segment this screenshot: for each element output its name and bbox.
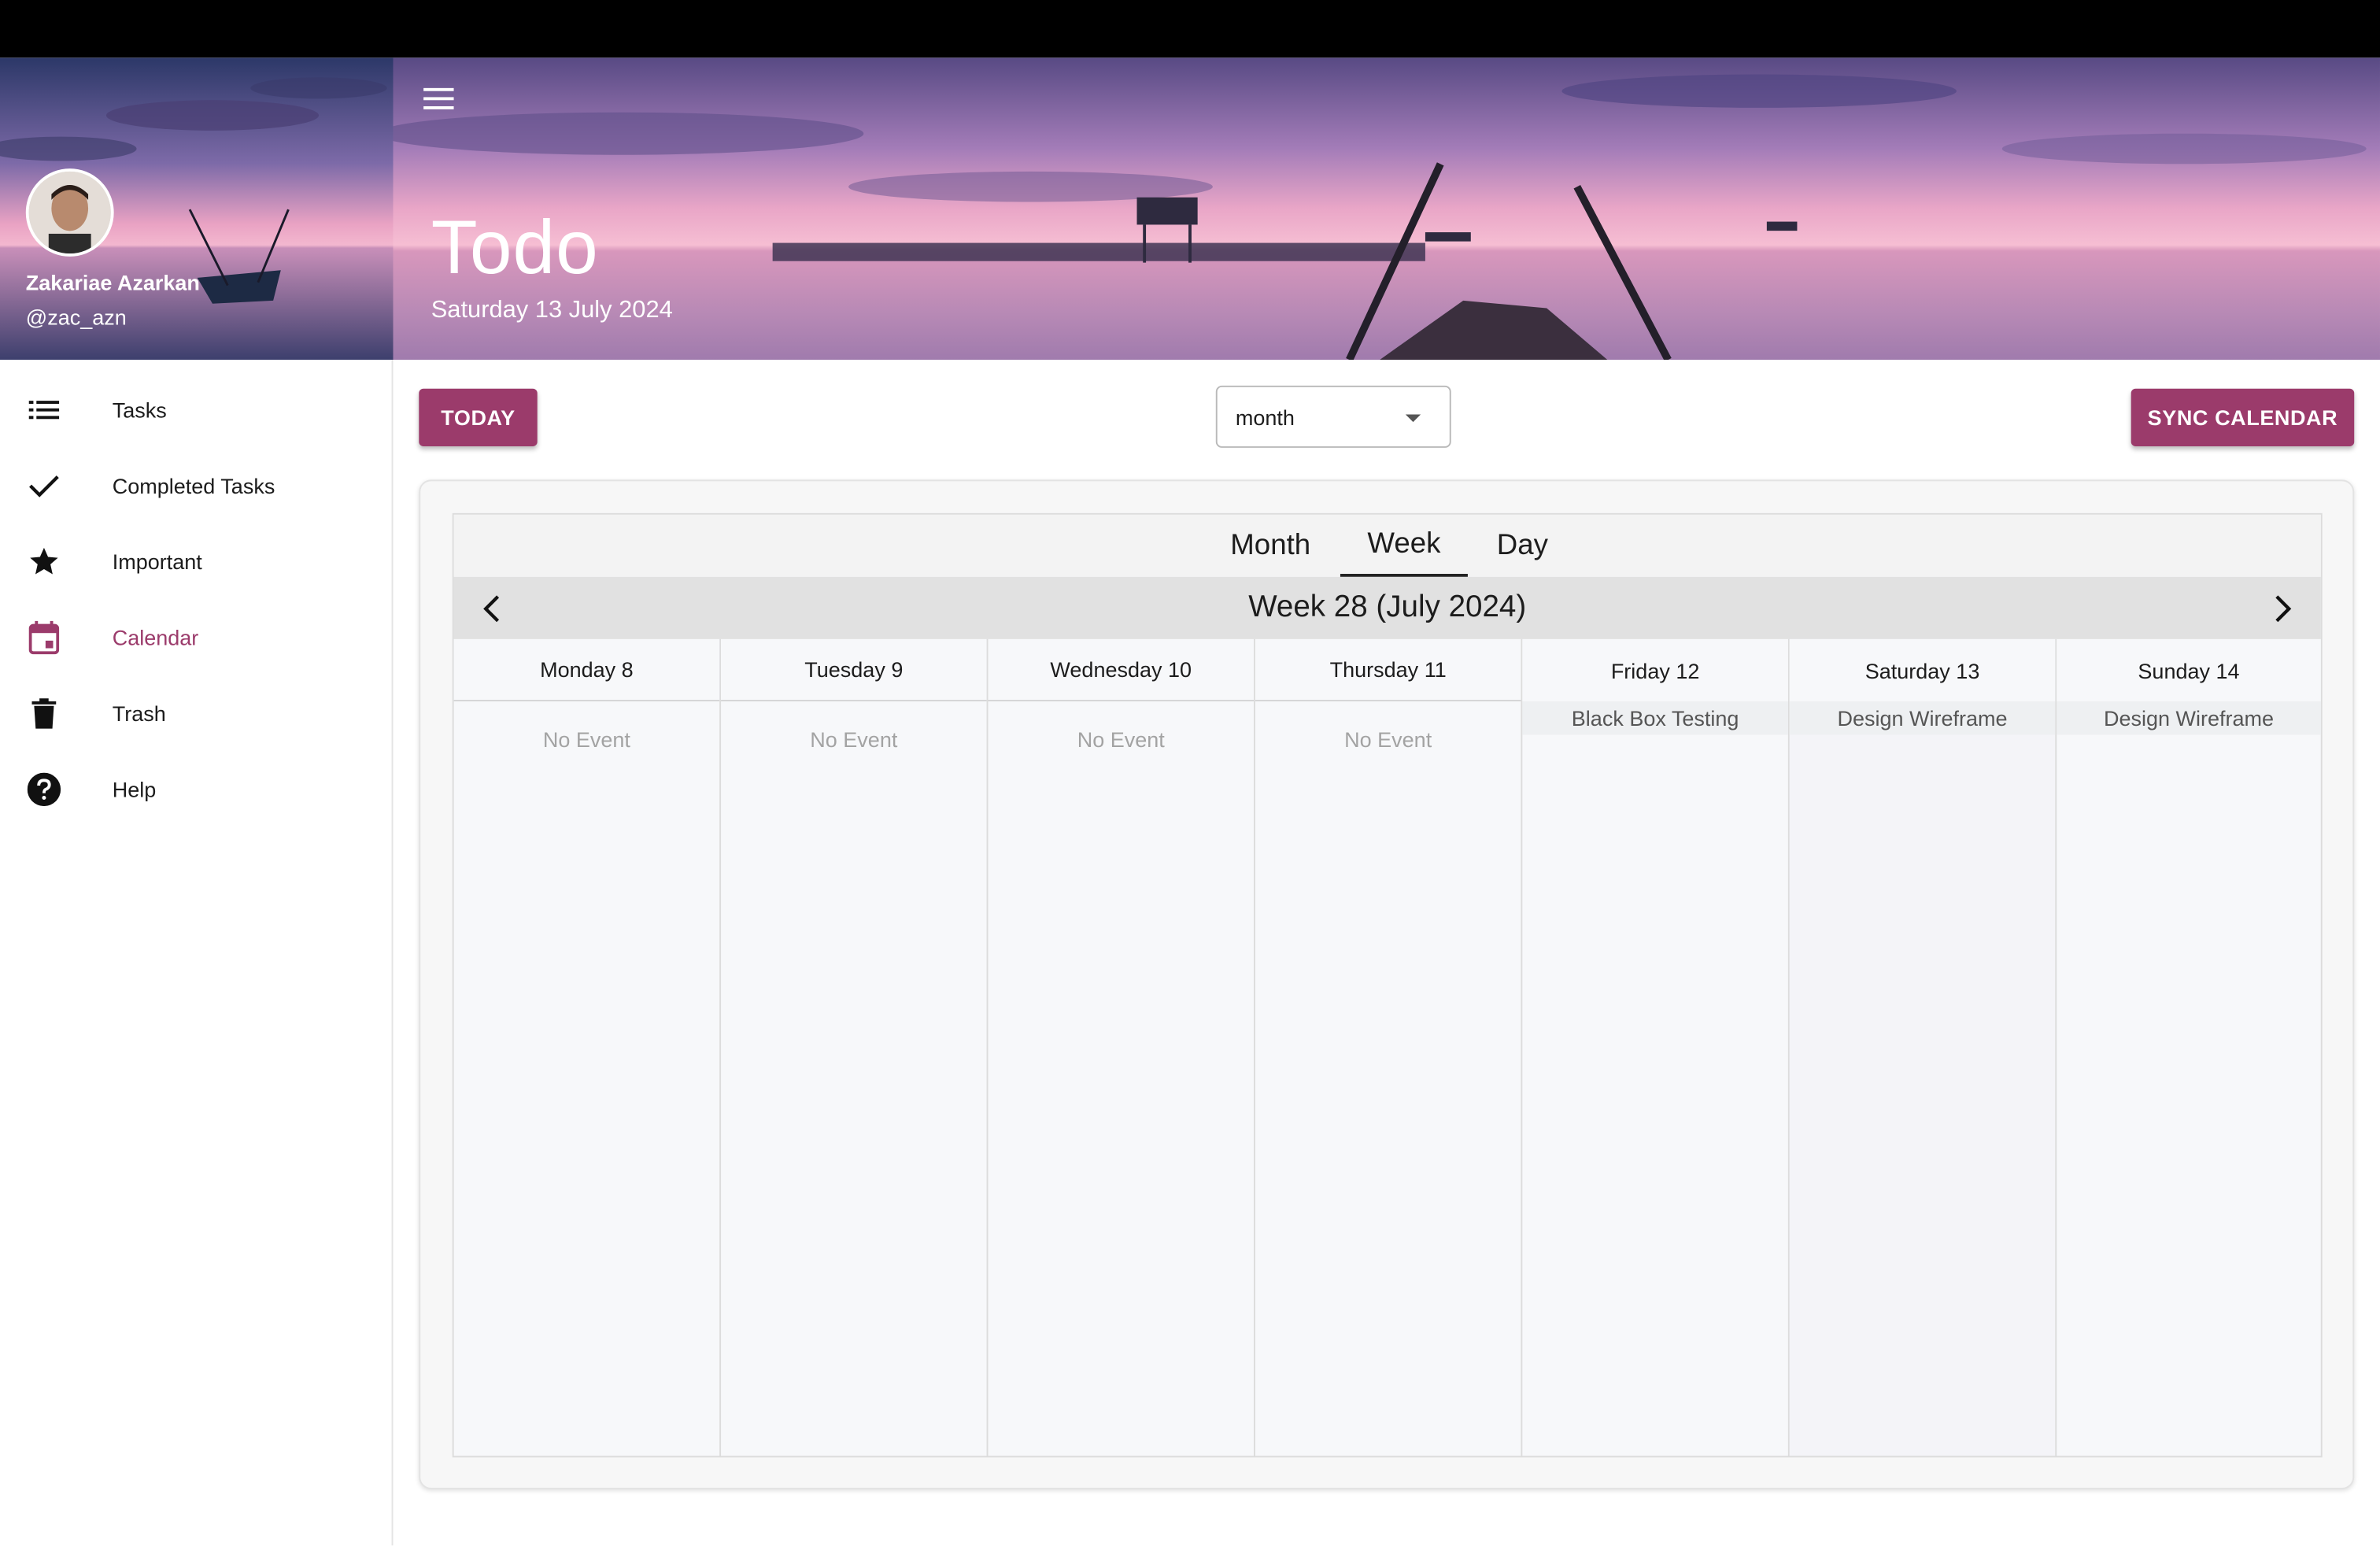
event-item[interactable]: Design Wireframe xyxy=(1789,701,2056,735)
sidebar: Tasks Completed Tasks Important Calendar… xyxy=(0,360,394,1546)
sidebar-item-label: Trash xyxy=(112,701,166,726)
no-event-text: No Event xyxy=(542,727,630,752)
profile-handle: @zac_azn xyxy=(25,305,127,330)
sidebar-item-important[interactable]: Important xyxy=(0,528,392,595)
no-event-text: No Event xyxy=(1344,727,1432,752)
star-icon xyxy=(26,543,62,579)
event-item[interactable]: Design Wireframe xyxy=(2057,701,2321,735)
menu-icon[interactable] xyxy=(419,79,458,118)
day-column-today[interactable]: Saturday 13 Design Wireframe xyxy=(1789,638,2057,1456)
tab-month[interactable]: Month xyxy=(1207,515,1334,577)
day-header: Friday 12 xyxy=(1522,638,1788,701)
day-header: Monday 8 xyxy=(453,638,720,701)
day-column[interactable]: Tuesday 9 No Event xyxy=(721,638,989,1456)
day-header: Thursday 11 xyxy=(1255,638,1521,701)
avatar xyxy=(25,168,114,257)
day-body: Design Wireframe xyxy=(1789,701,2056,1455)
day-header: Wednesday 10 xyxy=(988,638,1254,701)
sync-calendar-button[interactable]: SYNC CALENDAR xyxy=(2131,388,2355,446)
profile-name: Zakariae Azarkan xyxy=(25,270,200,295)
day-column[interactable]: Monday 8 No Event xyxy=(453,638,722,1456)
sidebar-item-help[interactable]: Help xyxy=(0,756,392,823)
page-title: Todo xyxy=(431,205,599,290)
day-column[interactable]: Thursday 11 No Event xyxy=(1255,638,1523,1456)
day-column[interactable]: Sunday 14 Design Wireframe xyxy=(2057,638,2321,1456)
week-title: Week 28 (July 2024) xyxy=(1248,590,1527,624)
header-banner-image xyxy=(393,57,2380,361)
trash-icon xyxy=(26,695,62,731)
day-header: Tuesday 9 xyxy=(721,638,987,701)
day-column[interactable]: Wednesday 10 No Event xyxy=(988,638,1255,1456)
view-select-value: month xyxy=(1235,405,1295,430)
day-body: No Event xyxy=(721,701,986,1455)
tab-day[interactable]: Day xyxy=(1458,515,1586,577)
day-body: No Event xyxy=(988,701,1253,1455)
sidebar-item-label: Help xyxy=(112,777,157,802)
no-event-text: No Event xyxy=(1077,727,1165,752)
day-body: No Event xyxy=(454,701,719,1455)
help-icon xyxy=(26,771,62,808)
list-icon xyxy=(26,392,62,428)
event-item[interactable]: Black Box Testing xyxy=(1522,701,1788,735)
day-body: No Event xyxy=(1255,701,1521,1455)
top-black-bar xyxy=(0,0,2380,58)
no-event-text: No Event xyxy=(810,727,898,752)
today-button[interactable]: TODAY xyxy=(419,388,538,446)
view-select[interactable]: month xyxy=(1215,385,1451,448)
calendar-view-tabs: Month Week Day xyxy=(453,514,2321,577)
day-header: Saturday 13 xyxy=(1789,638,2056,701)
sidebar-item-label: Calendar xyxy=(112,625,199,650)
week-days: Monday 8 No Event Tuesday 9 No Event Wed… xyxy=(453,638,2321,1456)
sidebar-item-calendar[interactable]: Calendar xyxy=(0,605,392,671)
sidebar-item-tasks[interactable]: Tasks xyxy=(0,376,392,443)
day-body: Design Wireframe xyxy=(2057,701,2321,1455)
day-body: Black Box Testing xyxy=(1522,701,1788,1455)
check-icon xyxy=(26,468,62,504)
chevron-down-icon xyxy=(1405,414,1421,423)
sidebar-item-completed-tasks[interactable]: Completed Tasks xyxy=(0,453,392,520)
day-column[interactable]: Friday 12 Black Box Testing xyxy=(1522,638,1790,1456)
calendar: Month Week Day Week 28 (July 2024) Monda… xyxy=(452,512,2323,1458)
current-date: Saturday 13 July 2024 xyxy=(431,297,673,324)
calendar-icon xyxy=(26,620,62,656)
sidebar-item-label: Tasks xyxy=(112,398,167,423)
sidebar-item-trash[interactable]: Trash xyxy=(0,680,392,747)
day-header: Sunday 14 xyxy=(2057,638,2321,701)
chevron-right-icon[interactable] xyxy=(2264,590,2301,627)
sidebar-item-label: Important xyxy=(112,549,202,574)
calendar-week-nav: Week 28 (July 2024) xyxy=(453,576,2321,639)
sidebar-item-label: Completed Tasks xyxy=(112,473,275,498)
tab-week[interactable]: Week xyxy=(1340,515,1468,577)
